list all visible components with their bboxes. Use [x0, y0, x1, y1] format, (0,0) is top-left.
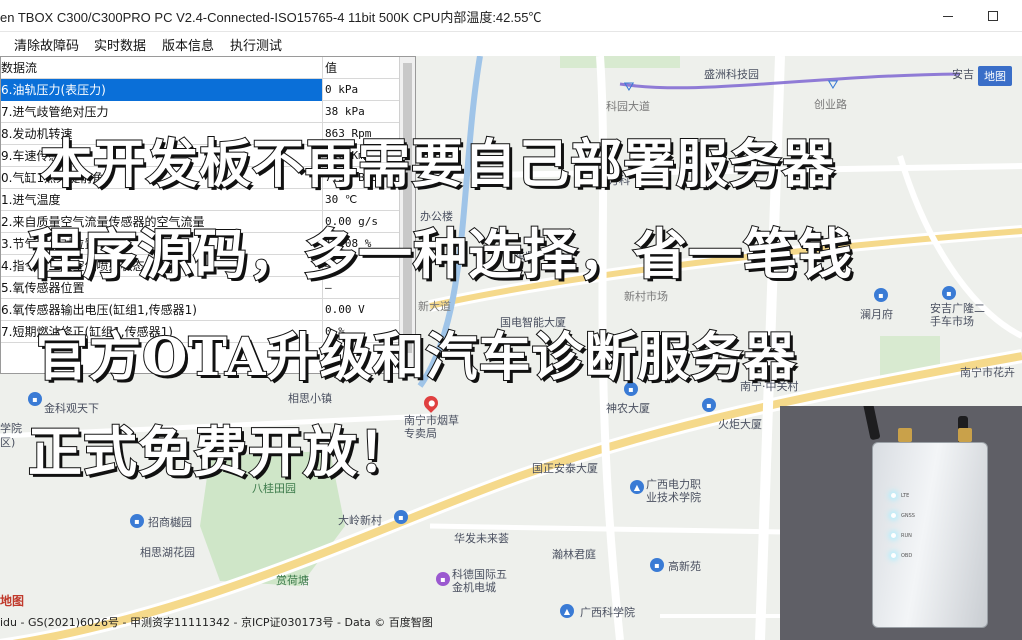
building-icon: ▪ [394, 510, 408, 524]
map-label: 神农大厦 [606, 402, 650, 415]
column-header-value[interactable]: 值 [325, 57, 399, 79]
map-label: 新村市场 [624, 290, 668, 303]
row-value: 38 kPa [325, 105, 365, 118]
minimize-icon [943, 15, 953, 17]
baidu-map-logo: 地图 [0, 594, 25, 608]
tbox-device: LTE GNSS RUN OBD [872, 442, 988, 628]
menu-run-test[interactable]: 执行测试 [230, 35, 282, 54]
led-indicator [891, 513, 896, 518]
led-label: GNSS [901, 513, 915, 519]
led-label: OBD [901, 553, 913, 559]
table-row[interactable]: 7.进气歧管绝对压力 38 kPa [1, 101, 399, 123]
building-icon: ▪ [28, 392, 42, 406]
row-value: 0 kPa [325, 83, 359, 96]
map-label: 广西电力职业技术学院 [646, 478, 701, 504]
overlay-line-2: 程序源码，多一种选择，省一笔钱 [27, 221, 853, 287]
building-icon: ▪ [942, 286, 956, 300]
window-titlebar: en TBOX C300/C300PRO PC V2.4-Connected-I… [0, 0, 1022, 32]
building-icon: ▪ [130, 514, 144, 528]
window-title: en TBOX C300/C300PRO PC V2.4-Connected-I… [0, 10, 542, 25]
overlay-line-1: 本开发板不再需要自己部署服务器 [39, 133, 836, 196]
column-header-name[interactable]: 数据流 [1, 57, 323, 79]
antenna-icon [857, 406, 881, 441]
map-label: 科园大道 [606, 100, 650, 113]
menu-bar: 清除故障码 实时数据 版本信息 执行测试 [0, 32, 1022, 56]
led-label: RUN [901, 533, 912, 539]
map-label: 安吉 [952, 68, 974, 81]
led-indicator [891, 553, 896, 558]
minimize-button[interactable] [925, 0, 971, 32]
map-label: 赏荷塘 [276, 574, 309, 587]
connector-icon [958, 428, 972, 442]
map-label: 瀚林君庭 [552, 548, 596, 561]
row-name: 6.油轨压力(表压力) [1, 79, 323, 101]
maximize-icon [988, 11, 998, 21]
map-label: 新大道 [418, 300, 451, 313]
scrollbar-thumb[interactable] [403, 63, 412, 353]
table-header: 数据流 值 [1, 57, 399, 79]
metro-icon: ⛛ [623, 79, 635, 95]
map-type-button[interactable]: 地图 [978, 66, 1012, 86]
connector-icon [898, 428, 912, 442]
map-label: 国正安泰大厦 [532, 462, 598, 475]
map-label: 安吉广隆二手车市场 [930, 302, 985, 328]
map-label: 南宁市花卉 [960, 366, 1015, 379]
map-label: 火炬大厦 [718, 418, 762, 431]
building-icon: ▪ [650, 558, 664, 572]
metro-icon: ⛛ [827, 77, 839, 93]
map-label: 科德国际五金机电城 [452, 568, 507, 594]
row-name: 7.进气歧管绝对压力 [1, 101, 323, 123]
building-icon: ▪ [702, 398, 716, 412]
menu-version-info[interactable]: 版本信息 [162, 35, 214, 54]
map-label: 盛洲科技园 [704, 68, 759, 81]
shopping-icon: ▪ [436, 572, 450, 586]
menu-clear-dtc[interactable]: 清除故障码 [14, 35, 79, 54]
led-indicator [891, 493, 896, 498]
overlay-line-3: 官方OTA升级和汽车诊断服务器 [35, 326, 797, 389]
map-label: 澜月府 [860, 308, 893, 321]
map-label: 创业路 [814, 98, 847, 111]
led-label: LTE [901, 493, 910, 499]
maximize-button[interactable] [970, 0, 1016, 32]
menu-live-data[interactable]: 实时数据 [94, 35, 146, 54]
device-photo: LTE GNSS RUN OBD [780, 406, 1022, 640]
table-row[interactable]: 6.油轨压力(表压力) 0 kPa [1, 79, 399, 101]
building-icon: ▪ [874, 288, 888, 302]
map-label: 相思湖花园 [140, 546, 195, 559]
map-label: 招商樾园 [148, 516, 192, 529]
map-label: 相思小镇 [288, 392, 332, 405]
map-label: 高新苑 [668, 560, 701, 573]
map-label: 大岭新村 [338, 514, 382, 527]
map-label: 区) [0, 436, 16, 449]
map-label: 南宁市烟草专卖局 [404, 414, 459, 440]
school-icon: ▲ [630, 480, 644, 494]
led-indicator [891, 533, 896, 538]
overlay-line-4: 正式免费开放！ [27, 419, 413, 485]
map-label: 华发未来荟 [454, 532, 509, 545]
